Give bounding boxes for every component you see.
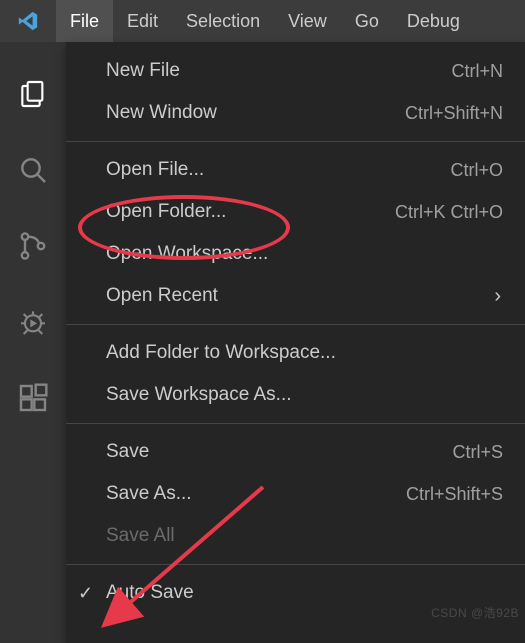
menubar-file[interactable]: File [56,0,113,42]
menu-item-shortcut: Ctrl+O [450,160,503,181]
menu-item-label: Save As... [106,483,406,505]
menu-item-shortcut: Ctrl+Shift+S [406,484,503,505]
separator [66,423,525,424]
menubar-go[interactable]: Go [341,0,393,42]
watermark: CSDN @浩92B [431,604,519,621]
menu-item-label: Open Recent [106,285,503,307]
menu-item-label: Open Workspace... [106,243,503,265]
menu-item-shortcut: Ctrl+N [451,61,503,82]
menu-item-label: Save Workspace As... [106,384,503,406]
extensions-icon[interactable] [0,360,66,436]
menu-item-label: Save [106,441,452,463]
vscode-logo-icon [0,10,56,32]
menu-item-label: Open File... [106,159,450,181]
menu-open-file[interactable]: Open File... Ctrl+O [66,149,525,191]
menubar-selection[interactable]: Selection [172,0,274,42]
menu-item-label: Auto Save [106,582,503,604]
menu-item-label: Add Folder to Workspace... [106,342,503,364]
separator [66,141,525,142]
menubar-debug[interactable]: Debug [393,0,474,42]
menu-new-window[interactable]: New Window Ctrl+Shift+N [66,92,525,134]
search-icon[interactable] [0,132,66,208]
separator [66,324,525,325]
menu-item-label: New Window [106,102,405,124]
menu-open-recent[interactable]: Open Recent › [66,275,525,317]
menu-item-label: New File [106,60,451,82]
source-control-icon[interactable] [0,208,66,284]
menubar-edit[interactable]: Edit [113,0,172,42]
files-icon[interactable] [0,56,66,132]
debug-icon[interactable] [0,284,66,360]
menu-add-folder-to-workspace[interactable]: Add Folder to Workspace... [66,332,525,374]
menu-save-workspace-as[interactable]: Save Workspace As... [66,374,525,416]
menubar: File Edit Selection View Go Debug [0,0,525,42]
menu-save-all: Save All [66,515,525,557]
menu-save-as[interactable]: Save As... Ctrl+Shift+S [66,473,525,515]
file-menu-dropdown: New File Ctrl+N New Window Ctrl+Shift+N … [66,42,525,643]
menu-item-shortcut: Ctrl+K Ctrl+O [395,202,503,223]
menu-item-label: Open Folder... [106,201,395,223]
separator [66,564,525,565]
check-icon: ✓ [78,583,93,604]
menu-open-folder[interactable]: Open Folder... Ctrl+K Ctrl+O [66,191,525,233]
menu-item-shortcut: Ctrl+Shift+N [405,103,503,124]
activity-bar [0,42,66,643]
menu-open-workspace[interactable]: Open Workspace... [66,233,525,275]
menubar-view[interactable]: View [274,0,341,42]
chevron-right-icon: › [494,285,501,308]
menu-item-shortcut: Ctrl+S [452,442,503,463]
menu-item-label: Save All [106,525,503,547]
menu-new-file[interactable]: New File Ctrl+N [66,50,525,92]
menu-save[interactable]: Save Ctrl+S [66,431,525,473]
